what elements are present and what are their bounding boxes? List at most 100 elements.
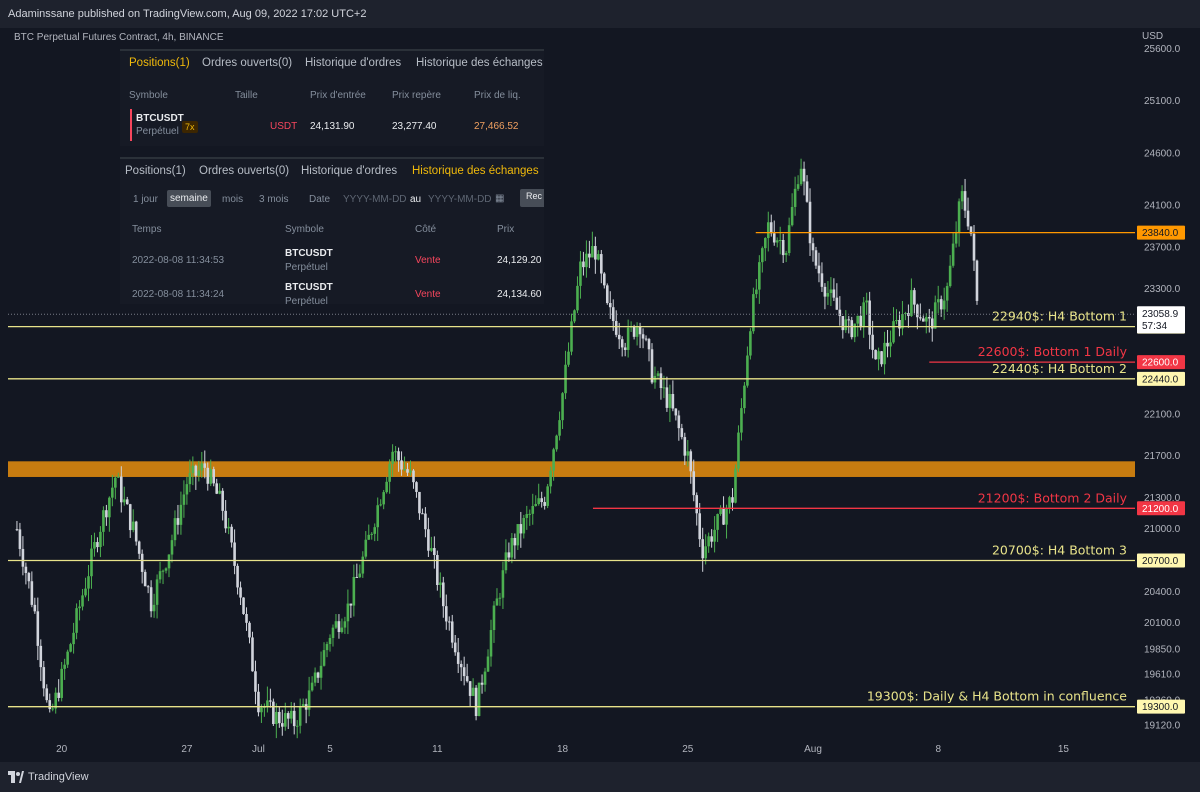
candle-body bbox=[200, 463, 204, 471]
candle-body bbox=[790, 206, 794, 226]
trade-side: Vente bbox=[415, 289, 441, 300]
filter-month[interactable]: mois bbox=[222, 194, 243, 205]
candle-body bbox=[838, 309, 842, 317]
col-entry: Prix d'entrée bbox=[310, 90, 366, 101]
countdown-label: 57:34 bbox=[1142, 321, 1167, 332]
candle-body bbox=[844, 319, 848, 331]
candle-body bbox=[114, 477, 117, 488]
candle-body bbox=[734, 468, 737, 503]
candle-body bbox=[245, 613, 248, 623]
tab-trade-history[interactable]: Historique des échanges bbox=[412, 165, 539, 177]
candle-body bbox=[295, 725, 299, 727]
col-price: Prix bbox=[497, 224, 515, 235]
candle-body bbox=[155, 579, 159, 605]
candle-body bbox=[459, 663, 463, 668]
candle-body bbox=[364, 539, 368, 557]
candle-body bbox=[349, 603, 353, 606]
resistance-zone bbox=[8, 461, 1135, 477]
candle-body bbox=[450, 621, 454, 643]
filter-1-day[interactable]: 1 jour bbox=[133, 194, 158, 205]
tab-order-history[interactable]: Historique d'ordres bbox=[305, 57, 401, 69]
candle-body bbox=[84, 588, 87, 596]
candle-body bbox=[140, 553, 144, 572]
leverage-badge[interactable]: 7x bbox=[182, 121, 198, 133]
candle-body bbox=[441, 582, 445, 607]
publish-text: Adaminssane published on TradingView.com… bbox=[8, 8, 367, 20]
candle-body bbox=[537, 498, 541, 505]
col-mark: Prix repère bbox=[392, 90, 441, 101]
candle-body bbox=[385, 481, 388, 493]
col-symbol: Symbole bbox=[285, 224, 324, 235]
candle-body bbox=[361, 556, 365, 574]
candle-body bbox=[847, 319, 851, 321]
candle-body bbox=[880, 351, 883, 365]
tab-open-orders[interactable]: Ordres ouverts(0) bbox=[199, 165, 289, 177]
date-from-input[interactable]: YYYY-MM-DD bbox=[343, 194, 407, 205]
candle-body bbox=[75, 608, 78, 633]
filter-3-months[interactable]: 3 mois bbox=[259, 194, 288, 205]
candle-body bbox=[343, 621, 347, 628]
candle-body bbox=[829, 289, 833, 294]
candle-body bbox=[337, 621, 341, 633]
candle-body bbox=[680, 428, 684, 438]
date-to-input[interactable]: YYYY-MM-DD bbox=[428, 194, 492, 205]
tab-positions[interactable]: Positions(1) bbox=[129, 57, 190, 69]
tab-positions[interactable]: Positions(1) bbox=[125, 165, 186, 177]
candle-body bbox=[510, 538, 514, 558]
candle-body bbox=[152, 604, 156, 612]
candle-body bbox=[916, 304, 919, 318]
y-tick-label: 24100.0 bbox=[1144, 201, 1181, 212]
y-tick-label: 19610.0 bbox=[1144, 669, 1181, 680]
candle-body bbox=[698, 513, 702, 540]
candle-body bbox=[319, 665, 323, 678]
candle-body bbox=[427, 529, 430, 551]
candle-body bbox=[582, 261, 585, 268]
candle-body bbox=[638, 326, 642, 335]
candle-body bbox=[758, 262, 761, 290]
filter-week[interactable]: semaine bbox=[167, 190, 211, 207]
position-symbol[interactable]: BTCUSDT bbox=[136, 113, 184, 124]
candle-body bbox=[254, 671, 257, 692]
candle-body bbox=[832, 289, 836, 298]
candle-body bbox=[134, 521, 138, 542]
candle-body bbox=[686, 451, 690, 456]
calendar-icon[interactable]: ▦ bbox=[495, 193, 504, 204]
candle-body bbox=[418, 491, 421, 514]
level-price-tag-label: 20700.0 bbox=[1142, 556, 1179, 567]
candle-body bbox=[179, 504, 183, 525]
level-price-tag-label: 22600.0 bbox=[1142, 358, 1179, 369]
candle-body bbox=[206, 467, 210, 484]
tab-trade-history[interactable]: Historique des échanges bbox=[416, 57, 543, 69]
candle-body bbox=[421, 513, 424, 515]
candle-body bbox=[483, 671, 487, 685]
candle-body bbox=[641, 334, 645, 339]
candle-body bbox=[248, 622, 251, 638]
candle-body bbox=[558, 420, 561, 436]
candle-body bbox=[131, 521, 135, 531]
candle-body bbox=[468, 681, 472, 696]
x-tick-label: Aug bbox=[804, 744, 822, 755]
candle-body bbox=[594, 246, 597, 260]
y-tick-label: 19120.0 bbox=[1144, 720, 1181, 731]
candle-body bbox=[605, 285, 609, 304]
level-annotation: 22440$: H4 Bottom 2 bbox=[992, 361, 1127, 376]
candle-body bbox=[501, 570, 505, 598]
trade-price: 24,129.20 bbox=[497, 255, 542, 266]
candle-body bbox=[224, 510, 227, 529]
candle-body bbox=[215, 483, 219, 494]
level-annotation: 19300$: Daily & H4 Bottom in confluence bbox=[867, 689, 1127, 704]
candle-body bbox=[647, 339, 651, 350]
x-tick-label: 18 bbox=[557, 744, 569, 755]
candle-body bbox=[805, 181, 809, 202]
tab-open-orders[interactable]: Ordres ouverts(0) bbox=[202, 57, 292, 69]
tab-order-history[interactable]: Historique d'ordres bbox=[301, 165, 397, 177]
candle-body bbox=[659, 373, 663, 388]
candle-body bbox=[585, 253, 588, 268]
candle-body bbox=[57, 692, 60, 698]
candle-body bbox=[814, 250, 818, 266]
candle-body bbox=[692, 471, 696, 496]
candle-body bbox=[746, 355, 749, 386]
candle-body bbox=[597, 254, 600, 260]
search-button[interactable]: Rec bbox=[520, 189, 544, 207]
candle-body bbox=[710, 536, 713, 542]
